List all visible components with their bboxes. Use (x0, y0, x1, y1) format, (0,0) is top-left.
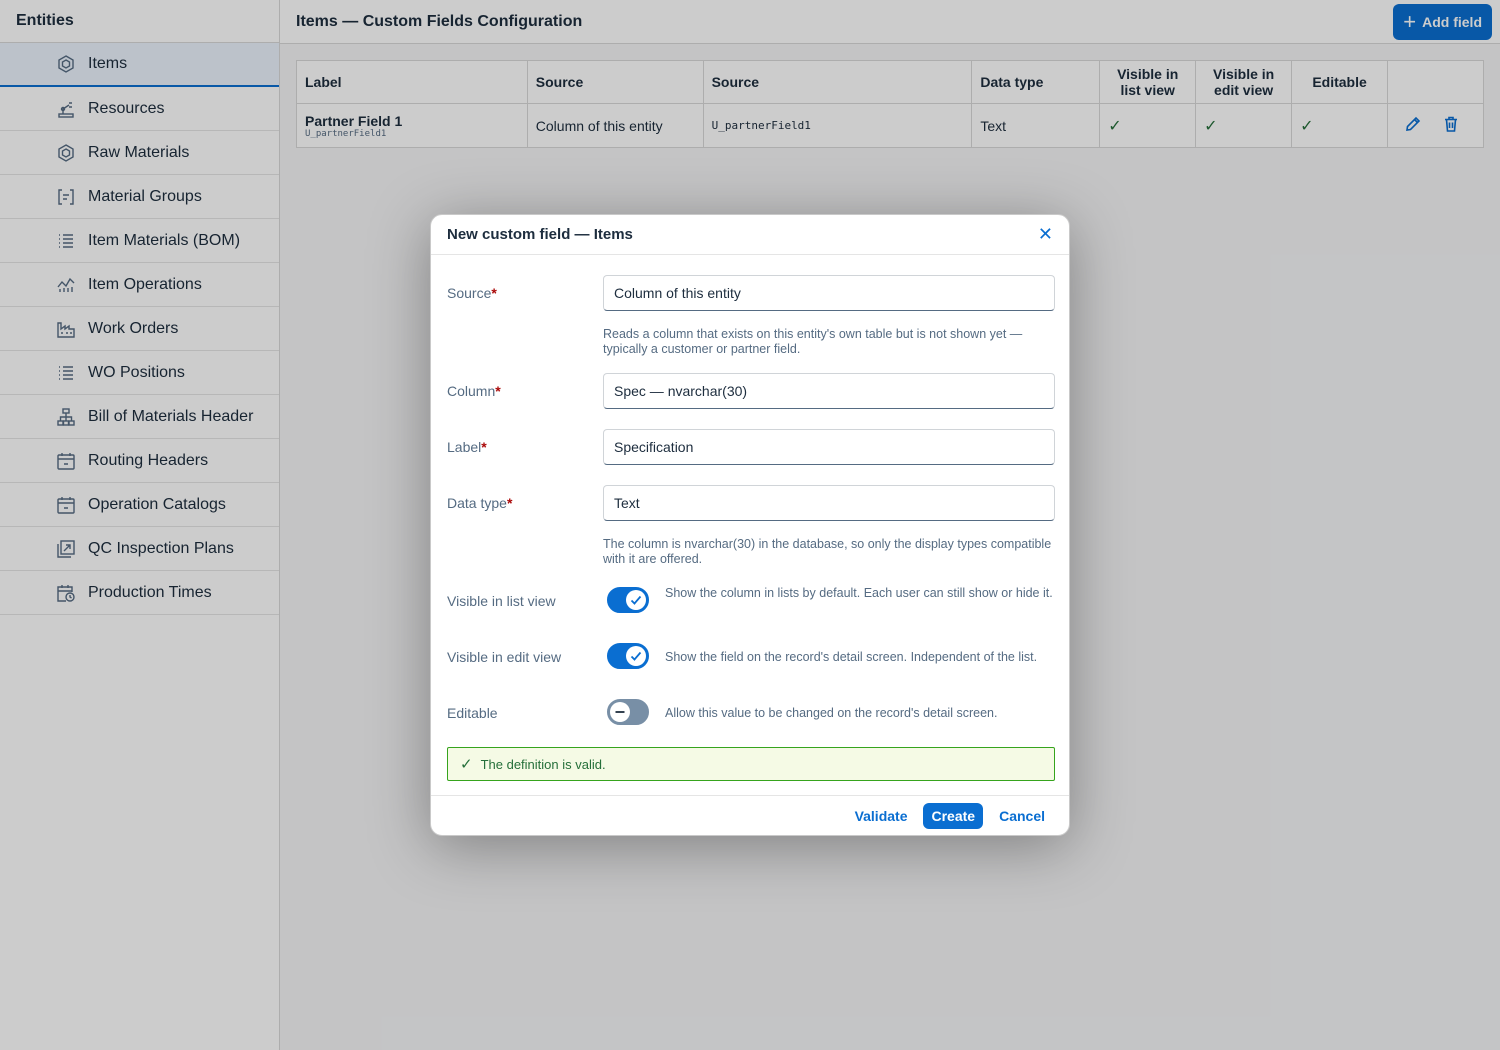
editable-label: Editable (447, 705, 498, 721)
column-select[interactable]: Spec — nvarchar(30) (603, 373, 1055, 409)
visible-edit-label: Visible in edit view (447, 649, 562, 665)
visible-edit-description: Show the field on the record's detail sc… (665, 650, 1038, 664)
label-label-text: Label (447, 439, 482, 455)
source-label-text: Source (447, 285, 492, 301)
required-marker: * (495, 383, 501, 399)
dialog-header: New custom field — Items ✕ (431, 215, 1069, 255)
check-icon: ✓ (460, 756, 473, 773)
column-label: Column* (447, 383, 501, 399)
new-custom-field-dialog: New custom field — Items ✕ Source* Colum… (430, 214, 1070, 836)
dialog-title: New custom field — Items (447, 226, 633, 243)
create-button[interactable]: Create (923, 802, 984, 829)
minus-icon (615, 711, 625, 713)
check-icon (630, 651, 642, 661)
cancel-button[interactable]: Cancel (999, 808, 1045, 824)
check-icon (630, 595, 642, 605)
column-label-text: Column (447, 383, 496, 399)
datatype-label-text: Data type (447, 495, 507, 511)
required-marker: * (506, 495, 513, 511)
visible-list-toggle[interactable] (607, 587, 649, 613)
validate-button[interactable]: Validate (855, 808, 908, 824)
dialog-footer: Validate Create Cancel (431, 795, 1069, 835)
toggle-knob (626, 646, 646, 666)
source-select[interactable]: Column of this entity (603, 275, 1055, 311)
visible-list-description: Show the column in lists by default. Eac… (665, 586, 1053, 600)
editable-description: Allow this value to be changed on the re… (665, 706, 998, 720)
toggle-knob (626, 590, 646, 610)
validation-message: ✓ The definition is valid. (447, 747, 1055, 781)
editable-toggle[interactable] (607, 699, 649, 725)
visible-list-label: Visible in list view (447, 593, 556, 609)
label-input[interactable]: Specification (603, 429, 1055, 465)
validation-message-text: The definition is valid. (480, 756, 606, 772)
required-marker: * (481, 439, 487, 455)
toggle-knob (610, 702, 630, 722)
label-label: Label* (447, 439, 487, 455)
visible-edit-toggle[interactable] (607, 643, 649, 669)
source-label: Source* (447, 285, 497, 301)
close-icon[interactable]: ✕ (1038, 224, 1053, 245)
datatype-hint: The column is nvarchar(30) in the databa… (603, 537, 1052, 566)
datatype-select[interactable]: Text (603, 485, 1055, 521)
required-marker: * (491, 285, 497, 301)
datatype-label: Data type* (447, 495, 512, 511)
source-hint: Reads a column that exists on this entit… (603, 327, 1023, 356)
